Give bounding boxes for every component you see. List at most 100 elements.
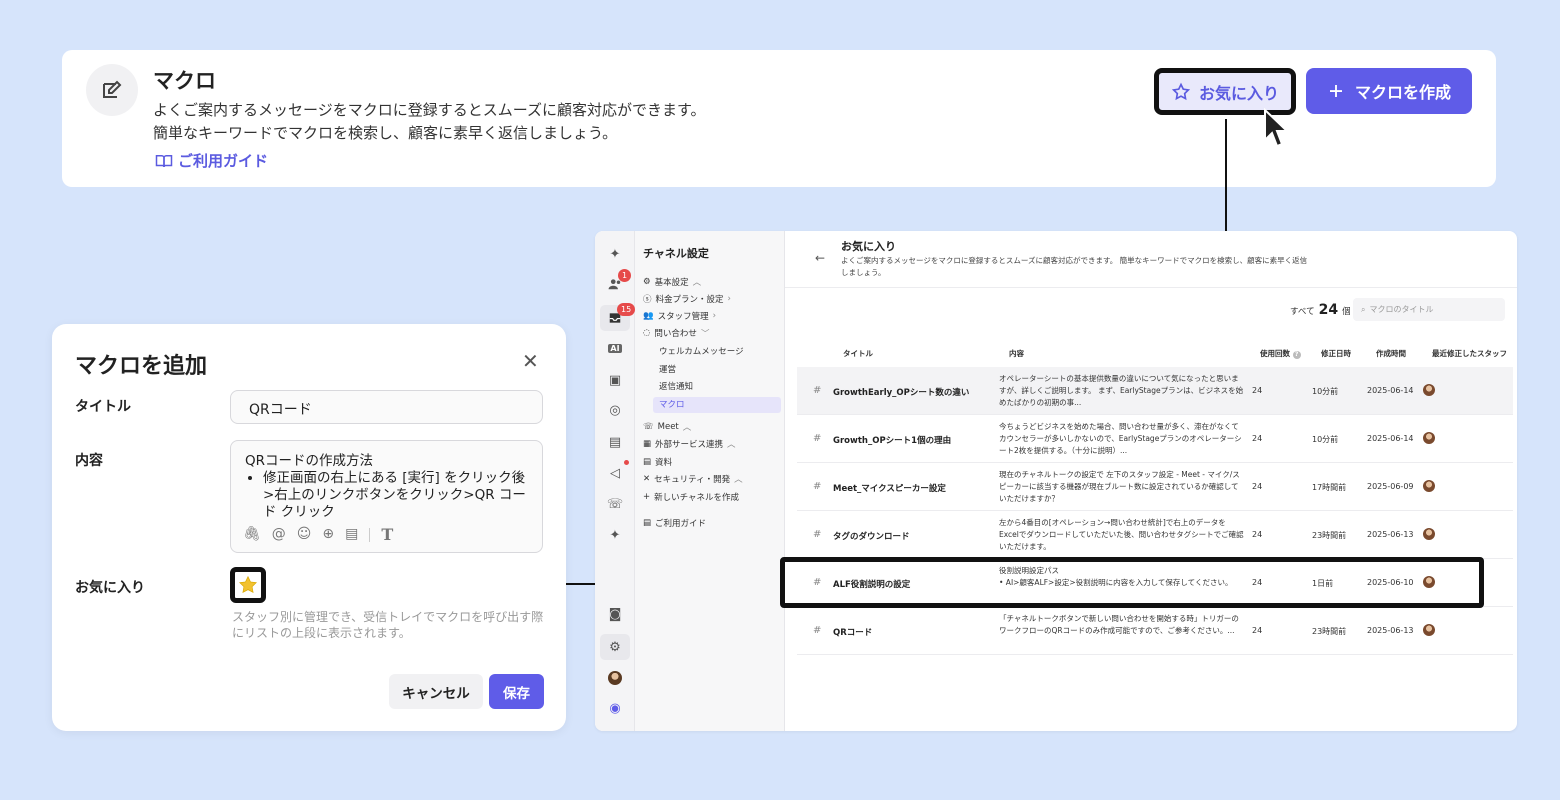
users-icon: 👥 (643, 311, 654, 321)
avatar (1423, 384, 1435, 396)
hash-icon: # (813, 529, 822, 540)
cancel-button[interactable]: キャンセル (389, 674, 483, 709)
content-line1: QRコードの作成方法 (245, 453, 374, 469)
paperclip-icon[interactable]: 🖇 (243, 526, 261, 543)
sidebar-item-inquiry[interactable]: ◌ 問い合わせ ﹀ (643, 327, 709, 339)
title-field[interactable]: QRコード (230, 390, 543, 424)
sidebar-sub-welcome[interactable]: ウェルカムメッセージ (659, 345, 744, 357)
brand-logo-icon[interactable]: ◉ (604, 697, 626, 719)
col-header-content[interactable]: 内容 (1009, 348, 1024, 359)
coin-icon: ⓢ (643, 295, 652, 305)
row-content: 左から4番目の[オペレーション→問い合わせ統計]で右上のデータをExcelでダウ… (999, 518, 1244, 551)
chevron-up-icon: ︿ (682, 423, 692, 433)
save-button[interactable]: 保存 (489, 674, 544, 709)
chevron-up-icon: ︿ (692, 278, 702, 288)
guide-link[interactable]: ご利用ガイド (155, 150, 268, 171)
avatar (1423, 432, 1435, 444)
favorites-main-panel: ← お気に入り よくご案内するメッセージをマクロに登録するとスムーズに顧客対応が… (785, 231, 1517, 731)
sidebar-item-integration[interactable]: ▦ 外部サービス連携 ︿ (643, 438, 736, 450)
gear-icon: ⚙ (643, 277, 651, 287)
text-format-icon[interactable]: T (381, 526, 393, 543)
table-row[interactable]: # QRコード 「チャネルトークボタンで新しい問い合わせを開始する時」トリガーの… (797, 607, 1513, 655)
sparkle-icon[interactable]: ✦ (604, 524, 626, 546)
sidebar-item-meet[interactable]: ☏ Meet ︿ (643, 421, 691, 433)
docs-icon[interactable]: ▤ (604, 431, 626, 453)
favorites-button-label: お気に入り (1198, 83, 1279, 103)
badge-icon[interactable]: ◎ (604, 399, 626, 421)
avatar (1423, 480, 1435, 492)
col-header-updated[interactable]: 修正日時 (1321, 348, 1351, 359)
create-macro-button[interactable]: マクロを作成 (1306, 68, 1472, 114)
favorite-label: お気に入り (75, 580, 145, 596)
close-icon[interactable]: ✕ (522, 349, 539, 373)
favorite-toggle[interactable] (230, 567, 266, 603)
sidebar-item-materials[interactable]: ▤ 資料 (643, 456, 672, 468)
mention-icon[interactable]: @ (272, 526, 286, 543)
chevron-up-icon: ︿ (734, 475, 743, 485)
macro-search-input[interactable]: ⌕ マクロのタイトル (1353, 298, 1505, 321)
search-placeholder: マクロのタイトル (1369, 305, 1434, 314)
count-unit: 個 (1342, 307, 1351, 317)
channel-settings-sidebar: チャネル設定 ⚙ 基本設定 ︿ ⓢ 料金プラン・設定 › 👥 スタッフ管理 › ◌ 問い合わせ… (635, 231, 785, 731)
sidebar-item-guide[interactable]: ▤ ご利用ガイド (643, 517, 706, 529)
ai-icon[interactable]: AI (604, 337, 626, 359)
table-row[interactable]: # Growth_OPシート1個の理由 今ちょうどビジネスを始めた場合、問い合わ… (797, 415, 1513, 463)
connector-line-vertical (1225, 119, 1227, 231)
sidebar-item-security[interactable]: ✕ セキュリティ・開発 ︿ (643, 473, 743, 485)
sidebar-item-label: 新しいチャネルを作成 (654, 493, 740, 503)
sidebar-sub-operation[interactable]: 運営 (659, 363, 676, 375)
row-title: Meet_マイクスピーカー設定 (833, 484, 946, 494)
divider (785, 287, 1517, 288)
inbox-icon[interactable]: 15 (600, 303, 636, 331)
title-label: タイトル (75, 399, 131, 415)
team-icon[interactable]: 1 (604, 269, 632, 295)
chevron-right-icon: › (727, 294, 731, 304)
create-macro-button-label: マクロを作成 (1354, 83, 1451, 102)
sidebar-item-label: 基本設定 (654, 278, 689, 288)
contacts-icon[interactable]: ▣ (604, 369, 626, 391)
row-updated: 10分前 (1312, 435, 1339, 444)
table-row[interactable]: # タグのダウンロード 左から4番目の[オペレーション→問い合わせ統計]で右上の… (797, 511, 1513, 559)
send-icon[interactable]: ◁ (604, 462, 626, 484)
back-arrow-icon[interactable]: ← (815, 251, 825, 265)
sidebar-sub-notify[interactable]: 返信通知 (659, 380, 693, 392)
table-row[interactable]: # Meet_マイクスピーカー設定 現在のチャネルトークの設定で 左下のスタッフ… (797, 463, 1513, 511)
row-usage: 24 (1252, 434, 1263, 443)
add-file-icon[interactable]: ⊕ (322, 526, 334, 543)
page-description-line2: 簡単なキーワードでマクロを検索し、顧客に素早く返信しましょう。 (153, 124, 618, 142)
col-header-usage[interactable]: 使用回数 ? (1260, 348, 1301, 359)
table-row[interactable]: # GrowthEarly_OPシート数の違い オペレーターシートの基本提供数量… (797, 367, 1513, 415)
sidebar-item-staff[interactable]: 👥 スタッフ管理 › (643, 310, 716, 322)
sparkle-icon[interactable]: ✦ (604, 243, 626, 265)
highlight-frame-alf-row (780, 557, 1484, 608)
col-header-staff[interactable]: 最近修正したスタッフ (1432, 348, 1507, 359)
sidebar-item-basic[interactable]: ⚙ 基本設定 ︿ (643, 276, 701, 288)
sidebar-sub-macro[interactable]: マクロ (659, 398, 685, 410)
plus-icon: + (643, 492, 651, 502)
sidebar-item-new-channel[interactable]: + 新しいチャネルを作成 (643, 491, 739, 503)
guide-link-label: ご利用ガイド (178, 152, 269, 170)
clipboard-icon[interactable]: ▤ (345, 526, 358, 543)
row-content: 「チャネルトークボタンで新しい問い合わせを開始する時」トリガーのワークフローのQ… (999, 614, 1239, 635)
col-header-created[interactable]: 作成時間 (1376, 348, 1406, 359)
row-content: 現在のチャネルトークの設定で 左下のスタッフ設定 - Meet - マイク/スピ… (999, 470, 1240, 503)
channel-icon[interactable]: ◙ (604, 603, 626, 625)
row-title: Growth_OPシート1個の理由 (833, 436, 952, 446)
star-filled-icon (239, 575, 257, 593)
sidebar-item-label: 外部サービス連携 (655, 440, 724, 450)
notification-dot (624, 460, 629, 465)
chevron-right-icon: › (712, 311, 717, 321)
chevron-down-icon: ﹀ (700, 329, 710, 339)
content-field[interactable]: QRコードの作成方法 修正画面の右上にある [実行] をクリック後 >右上のリン… (230, 440, 543, 553)
sidebar-item-plan[interactable]: ⓢ 料金プラン・設定 › (643, 293, 731, 305)
hash-icon: # (813, 625, 822, 636)
emoji-icon[interactable]: ☺ (297, 526, 312, 543)
plus-icon (1329, 85, 1342, 97)
settings-gear-icon[interactable]: ⚙ (600, 634, 630, 660)
row-created: 2025-06-09 (1367, 482, 1414, 491)
phone-icon[interactable]: ☏ (604, 493, 626, 515)
col-header-title[interactable]: タイトル (843, 348, 873, 359)
book-icon (155, 154, 173, 167)
phone-icon: ☏ (643, 422, 654, 432)
avatar[interactable] (604, 667, 626, 689)
